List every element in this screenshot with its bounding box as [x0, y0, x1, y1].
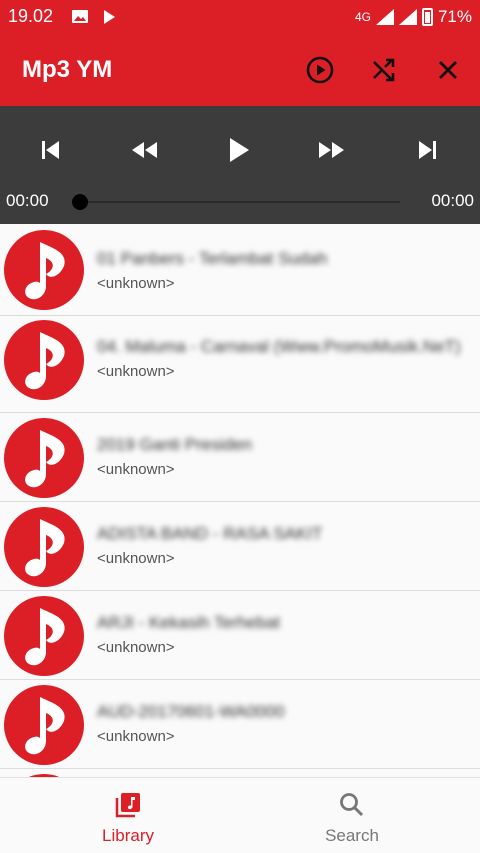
song-title: 2019 Ganti Presiden — [97, 435, 252, 454]
music-note-icon — [4, 507, 84, 587]
song-row[interactable]: 01 Panbers - Terlambat Sudah <unknown> — [0, 224, 480, 316]
current-time: 00:00 — [6, 191, 49, 210]
nav-library-label: Library — [102, 826, 154, 845]
song-row-partial[interactable] — [0, 769, 480, 777]
music-note-icon — [4, 418, 84, 498]
nav-search[interactable]: Search — [232, 778, 472, 853]
rewind-icon — [132, 142, 157, 158]
song-row[interactable]: ARJI - Kekasih Terhebat <unknown> — [0, 591, 480, 680]
play-all-button[interactable] — [302, 52, 338, 88]
signal-icon — [375, 9, 394, 25]
song-title: ARJI - Kekasih Terhebat — [97, 613, 280, 632]
image-icon — [72, 10, 88, 23]
skip-next-button[interactable] — [408, 130, 448, 170]
music-note-icon — [4, 685, 84, 765]
signal-icon — [398, 9, 417, 25]
status-time: 19.02 — [8, 6, 54, 26]
shuffle-button[interactable] — [366, 52, 402, 88]
seek-thumb[interactable] — [72, 194, 88, 210]
song-artist: <unknown> — [97, 550, 175, 567]
song-title: 04. Maluma - Carnaval (Www.PromoMusik.Ne… — [97, 337, 461, 356]
rewind-button[interactable] — [124, 130, 164, 170]
play-icon — [104, 10, 115, 24]
song-title: AUD-20170601-WA0000 — [97, 702, 285, 721]
search-icon — [340, 793, 364, 817]
song-artist: <unknown> — [97, 728, 175, 745]
fast-forward-icon — [319, 142, 344, 158]
song-title: ADISTA BAND - RASA SAKIT — [97, 524, 323, 543]
nav-library[interactable]: Library — [8, 778, 248, 853]
close-button[interactable] — [430, 52, 466, 88]
close-icon — [439, 61, 457, 79]
network-label: 4G — [354, 10, 371, 24]
play-button[interactable] — [218, 130, 258, 170]
battery-icon — [421, 8, 433, 26]
song-artist: <unknown> — [97, 639, 175, 656]
song-list[interactable]: 01 Panbers - Terlambat Sudah <unknown> 0… — [0, 224, 480, 777]
seek-bar[interactable] — [80, 201, 400, 203]
library-music-icon — [115, 793, 140, 818]
status-bar: 19.02 4G 71% — [0, 0, 480, 34]
player-panel: 00:00 00:00 — [0, 106, 480, 224]
song-artist: <unknown> — [97, 363, 175, 380]
app-title: Mp3 YM — [22, 56, 113, 83]
song-title: 01 Panbers - Terlambat Sudah — [97, 249, 328, 268]
music-note-icon — [4, 320, 84, 400]
skip-previous-button[interactable] — [30, 130, 70, 170]
fast-forward-button[interactable] — [312, 130, 352, 170]
music-note-icon — [4, 230, 84, 310]
skip-previous-icon — [42, 141, 59, 159]
nav-search-label: Search — [325, 826, 379, 845]
song-row[interactable]: AUD-20170601-WA0000 <unknown> — [0, 680, 480, 769]
play-icon — [230, 138, 249, 162]
song-row[interactable]: 04. Maluma - Carnaval (Www.PromoMusik.Ne… — [0, 316, 480, 413]
battery-percent: 71% — [437, 7, 472, 26]
app-toolbar: Mp3 YM — [0, 34, 480, 106]
status-right: 4G 71% — [355, 5, 472, 29]
song-row[interactable]: ADISTA BAND - RASA SAKIT <unknown> — [0, 502, 480, 591]
total-time: 00:00 — [431, 191, 474, 210]
shuffle-icon — [373, 58, 395, 82]
bottom-navigation: Library Search — [0, 777, 480, 853]
song-artist: <unknown> — [97, 461, 175, 478]
song-row[interactable]: 2019 Ganti Presiden <unknown> — [0, 413, 480, 502]
skip-next-icon — [419, 141, 436, 159]
song-artist: <unknown> — [97, 275, 175, 292]
music-note-icon — [4, 596, 84, 676]
play-circle-icon — [306, 56, 334, 84]
